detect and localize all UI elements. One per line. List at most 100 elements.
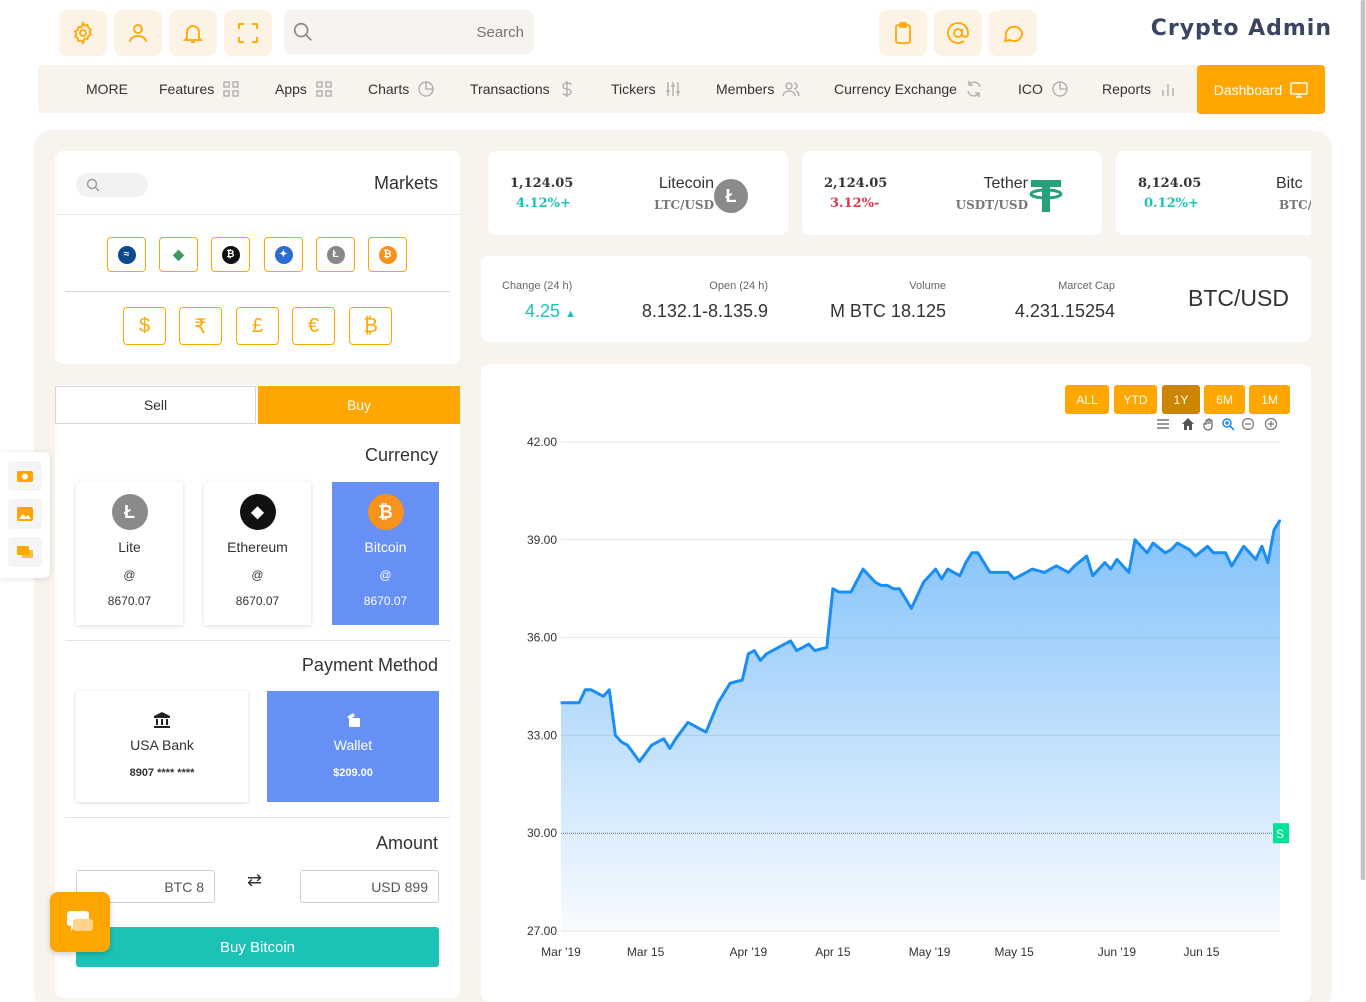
y-tick-label: 36.00	[527, 631, 557, 645]
currency-usd-button[interactable]: $	[123, 307, 166, 345]
price-point	[1049, 568, 1052, 570]
amount-section-title: Amount	[375, 833, 438, 853]
tab-sell[interactable]: Sell	[55, 386, 256, 424]
range-6m-button[interactable]: 6M	[1204, 385, 1245, 414]
side-button-messages[interactable]	[8, 537, 42, 567]
zoom-icon[interactable]	[1221, 417, 1235, 431]
nav-item-features[interactable]: Features	[159, 65, 240, 113]
nav-item-reports[interactable]: Reports	[1102, 65, 1177, 113]
refresh-icon	[967, 81, 981, 97]
ethereum-icon: ◆	[169, 245, 188, 264]
coin-litecoin-button[interactable]: Ł	[316, 237, 355, 272]
range-1y-button[interactable]: 1Y	[1162, 385, 1200, 414]
clipboard-button[interactable]	[879, 10, 927, 56]
coin-waves-button[interactable]: ≈	[107, 237, 146, 272]
scrollbar-thumb[interactable]	[1361, 0, 1365, 880]
coin-ripple-button[interactable]: ✦	[264, 237, 303, 272]
chat-fab-button[interactable]	[50, 892, 110, 952]
search-box[interactable]	[284, 10, 534, 54]
ticker-card-tether[interactable]: 2,124.05 3.12%- Tether USDT/USD	[802, 151, 1102, 235]
currency-symbol: ₿	[363, 314, 378, 337]
price-point	[1031, 568, 1034, 570]
buy-bitcoin-button[interactable]: Buy Bitcoin	[76, 927, 439, 967]
x-tick-label: Apr 15	[815, 945, 851, 959]
notifications-button[interactable]	[169, 10, 217, 56]
ticker-pair: LTC/USD	[654, 198, 714, 212]
currency-card-bitcoin[interactable]: ₿ Bitcoin @ 8670.07	[332, 482, 439, 625]
amount-to-input[interactable]	[300, 870, 439, 903]
price-point	[801, 646, 804, 649]
swap-icon[interactable]: ⇄	[247, 870, 262, 891]
nav-item-members[interactable]: Members	[716, 65, 801, 113]
range-all-button[interactable]: ALL	[1065, 385, 1109, 414]
currency-btc-button[interactable]: ₿	[349, 307, 392, 345]
side-button-image[interactable]	[8, 499, 42, 529]
price-point	[1013, 578, 1015, 580]
price-chart[interactable]: 27.00 30.00 33.00 36.00 39.00 42.00 S Mar '19 Ma…	[481, 364, 1311, 1002]
price-point	[699, 728, 701, 730]
nav-item-dashboard[interactable]: Dashboard	[1197, 65, 1325, 114]
price-point	[989, 571, 991, 574]
price-point	[723, 692, 725, 694]
price-point	[795, 649, 798, 652]
ticker-name: Tether	[983, 175, 1028, 192]
home-icon[interactable]	[1181, 417, 1195, 431]
nav-item-apps[interactable]: Apps	[275, 65, 333, 113]
price-point	[1025, 571, 1027, 574]
settings-button[interactable]	[59, 10, 107, 56]
camera-icon	[17, 471, 33, 482]
markets-card: Markets ≈ ◆ ₿ ✦ Ł ₿ $ ₹ £ € ₿	[55, 151, 460, 364]
nav-item-currency-exchange[interactable]: Currency Exchange	[834, 65, 983, 113]
price-point	[971, 552, 973, 554]
coin-bitcoin-black-button[interactable]: ₿	[211, 237, 250, 272]
price-point	[1073, 565, 1076, 567]
profile-button[interactable]	[114, 10, 162, 56]
currency-eur-button[interactable]: €	[292, 307, 335, 345]
ticker-price: 2,124.05	[824, 176, 888, 191]
chat-button[interactable]	[989, 10, 1037, 56]
page-scrollbar[interactable]	[1360, 0, 1366, 880]
zoom-out-icon[interactable]	[1241, 417, 1255, 431]
y-tick-label: 42.00	[527, 435, 557, 449]
ticker-card-bitcoin[interactable]: 8,124.05 0.12%+ Bitc BTC/	[1116, 151, 1311, 235]
ticker-card-litecoin[interactable]: 1,124.05 4.12%+ Litecoin LTC/USD Ł	[488, 151, 788, 235]
nav-item-more[interactable]: MORE	[86, 65, 128, 113]
fullscreen-button[interactable]	[224, 10, 272, 56]
price-point	[874, 581, 876, 583]
currency-inr-button[interactable]: ₹	[179, 307, 222, 345]
price-point	[892, 587, 895, 590]
nav-item-charts[interactable]: Charts	[368, 65, 435, 113]
coin-bitcoin-button[interactable]: ₿	[368, 237, 407, 272]
payment-card-bank[interactable]: USA Bank 8907 **** ****	[76, 691, 248, 802]
menu-icon[interactable]	[1156, 417, 1170, 431]
email-button[interactable]	[934, 10, 982, 56]
pan-icon[interactable]	[1202, 417, 1216, 431]
markets-search[interactable]	[76, 173, 148, 197]
bitcoin-icon: ₿	[378, 245, 397, 264]
nav-item-ico[interactable]: ICO	[1018, 65, 1069, 113]
coin-ethereum-button[interactable]: ◆	[159, 237, 198, 272]
range-1m-button[interactable]: 1M	[1249, 385, 1290, 414]
search-input[interactable]	[324, 10, 524, 54]
price-point	[783, 643, 786, 645]
payment-card-wallet[interactable]: Wallet $209.00	[267, 691, 439, 802]
tab-buy[interactable]: Buy	[258, 386, 460, 424]
currency-at: @	[123, 568, 136, 582]
currency-card-ethereum[interactable]: ◆ Ethereum @ 8670.07	[204, 482, 311, 625]
ethereum-icon: ◆	[239, 494, 276, 530]
price-point	[826, 646, 828, 649]
nav-item-tickers[interactable]: Tickers	[611, 65, 682, 113]
zoom-in-icon[interactable]	[1264, 417, 1278, 431]
range-ytd-button[interactable]: YTD	[1114, 385, 1157, 414]
side-button-camera[interactable]	[8, 461, 42, 491]
x-tick-label: Mar '19	[541, 945, 581, 959]
nav-item-transactions[interactable]: Transactions	[470, 65, 576, 113]
currency-card-lite[interactable]: Ł Lite @ 8670.07	[76, 482, 183, 625]
price-point	[620, 741, 623, 743]
price-point	[693, 724, 695, 727]
currency-gbp-button[interactable]: £	[236, 307, 279, 345]
currency-section-title: Currency	[364, 445, 438, 465]
x-tick-label: May '19	[909, 945, 951, 959]
price-point	[1128, 571, 1130, 574]
divider	[65, 291, 450, 292]
